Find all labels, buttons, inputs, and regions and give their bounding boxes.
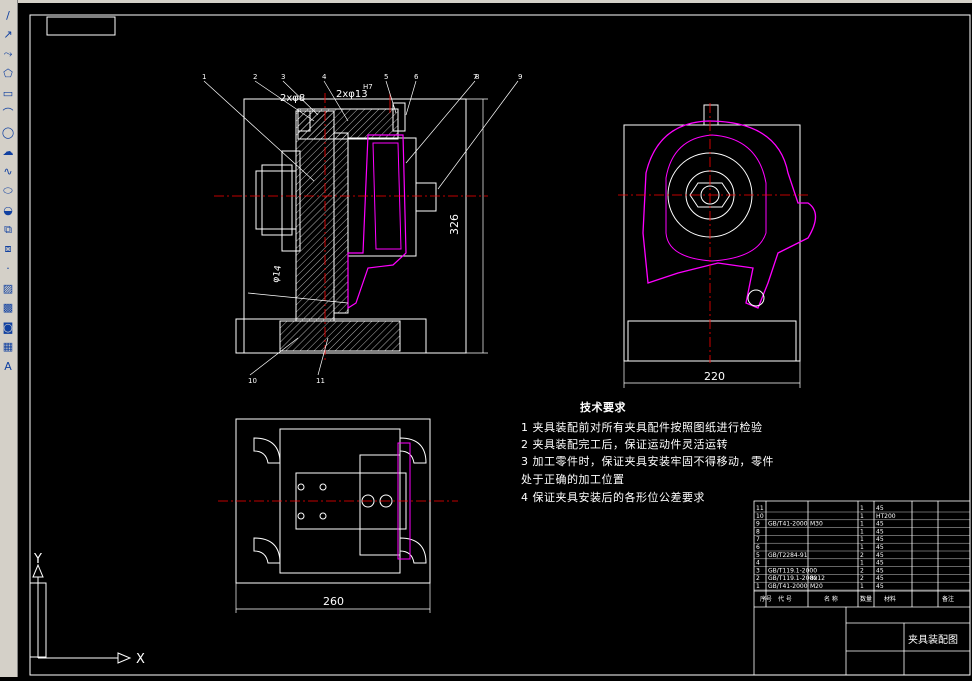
bom-cell: 6 [756, 544, 760, 551]
table-tool[interactable]: ▦ [1, 340, 15, 354]
bom-cell: 4 [756, 560, 760, 567]
bom-cell: 1 [860, 583, 864, 590]
bom-cell: 1 [860, 528, 864, 535]
requirement-4: 4 保证夹具安装后的各形位公差要求 [521, 491, 705, 504]
drawing-title: 夹具装配图 [908, 633, 958, 646]
requirement-3-cont: 处于正确的加工位置 [521, 473, 625, 486]
ellipse-tool[interactable]: ⬭ [1, 184, 15, 198]
spline-tool[interactable]: ∿ [1, 164, 15, 178]
ucs-icon [29, 563, 132, 664]
bom-header-name: 名 称 [824, 595, 838, 603]
cad-drawing: 1 2 3 4 5 6 78 910 11 326 220 260 2xφ8 2xφ13 H7 … [29, 14, 971, 676]
ellipse-arc-tool[interactable]: ◒ [1, 203, 15, 217]
part-balloon-4: 4 [322, 73, 327, 81]
bom-cell: 45 [876, 567, 884, 574]
circle-tool[interactable]: ◯ [1, 125, 15, 139]
part-balloon-8: 8 [475, 73, 479, 81]
dim-width-bottom: 260 [323, 595, 344, 608]
part-balloon-2: 2 [253, 73, 257, 81]
region-tool[interactable]: ◙ [1, 320, 15, 334]
part-balloon-3: 3 [281, 73, 285, 81]
insert-block-tool[interactable]: ⧉ [1, 223, 15, 237]
multiline-tool[interactable]: ⤳ [1, 47, 15, 61]
gradient-tool[interactable]: ▩ [1, 301, 15, 315]
bom-header-code: 代 号 [778, 595, 792, 603]
bom-cell: 45 [876, 544, 884, 551]
revision-cloud-tool[interactable]: ☁ [1, 145, 15, 159]
point-tool[interactable]: · [1, 262, 15, 276]
part-balloon-1: 1 [202, 73, 206, 81]
bom-cell: 8x12 [810, 575, 825, 582]
fit-h7-label: H7 [363, 83, 373, 91]
tol-note-1: 2xφ8 [280, 93, 305, 104]
bom-header-qty: 数量 [860, 595, 872, 603]
bom-cell: 9 [756, 521, 760, 528]
requirement-2: 2 夹具装配完工后，保证运动件灵活运转 [521, 438, 728, 451]
bom-header-material: 材料 [884, 595, 896, 603]
part-balloon-11: 11 [316, 377, 325, 385]
bom-cell: 3 [756, 567, 760, 574]
front-section-view [203, 80, 519, 376]
part-balloon-6: 6 [414, 73, 419, 81]
bom-cell: 45 [876, 560, 884, 567]
frame-tag-box [46, 16, 116, 36]
bom-cell: 8 [756, 528, 760, 535]
bom-cell: HT200 [876, 513, 896, 520]
make-block-tool[interactable]: ⧈ [1, 242, 15, 256]
bom-cell: 7 [756, 536, 760, 543]
bom-cell: 1 [860, 505, 864, 512]
drawing-canvas[interactable]: 1 2 3 4 5 6 7 8 9 10 11 326 220 260 2xφ8 2xφ13 H7 … [18, 3, 972, 677]
bom-cell: 1 [756, 583, 760, 590]
draw-toolbar: / ↗ ⤳ ⬠ ▭ ⌒ ◯ ☁ ∿ ⬭ ◒ ⧉ ⧈ · ▨ ▩ ◙ ▦ A [0, 0, 18, 677]
bom-cell: 2 [860, 575, 864, 582]
part-balloon-9: 9 [518, 73, 522, 81]
bom-cell: 1 [860, 560, 864, 567]
bom-cell: 45 [876, 505, 884, 512]
part-balloon-5: 5 [384, 73, 388, 81]
angle-note: φ14 [271, 264, 284, 283]
bom-header-remark: 备注 [942, 595, 954, 603]
line-tool[interactable]: / [1, 8, 15, 22]
side-view [618, 103, 817, 388]
bom-cell: 45 [876, 521, 884, 528]
bom-cell: GB/T41-2000 [768, 583, 808, 590]
dim-height: 326 [448, 214, 461, 235]
bom-cell: 5 [756, 552, 760, 559]
bom-cell: 1 [860, 521, 864, 528]
polygon-tool[interactable]: ⬠ [1, 67, 15, 81]
hatch-tool[interactable]: ▨ [1, 281, 15, 295]
bom-cell: 1 [860, 536, 864, 543]
bom-cell: 1 [860, 513, 864, 520]
bom-cell: 1 [860, 544, 864, 551]
bom-cell: 45 [876, 552, 884, 559]
ucs-x-label: X [136, 652, 145, 667]
bom-header-no: 序号 [760, 595, 772, 603]
bom-cell: 2 [860, 567, 864, 574]
construction-line-tool[interactable]: ↗ [1, 28, 15, 42]
bom-cell: 45 [876, 536, 884, 543]
dim-width-right: 220 [704, 370, 725, 383]
bom-cell: 2 [860, 552, 864, 559]
bom-cell: GB/T119.1-2000 [768, 567, 817, 574]
bom-cell: 11 [756, 505, 764, 512]
requirement-3: 3 加工零件时，保证夹具安装牢固不得移动，零件 [521, 455, 774, 468]
bom-cell: 45 [876, 528, 884, 535]
bom-cell: 2 [756, 575, 760, 582]
bom-cell: GB/T2284-91 [768, 552, 808, 559]
bom-cell: 10 [756, 513, 764, 520]
requirement-1: 1 夹具装配前对所有夹具配件按照图纸进行检验 [521, 421, 763, 434]
bom-cell: 45 [876, 583, 884, 590]
arc-tool[interactable]: ⌒ [1, 106, 15, 120]
rectangle-tool[interactable]: ▭ [1, 86, 15, 100]
bom-cell: 45 [876, 575, 884, 582]
bom-cell: M30 [810, 521, 823, 528]
drawing-frame [29, 14, 971, 676]
multiline-text-tool[interactable]: A [1, 359, 15, 373]
bom-cell: M20 [810, 583, 823, 590]
requirements-title: 技术要求 [580, 401, 626, 414]
ucs-y-label: Y [33, 552, 42, 567]
part-balloon-10: 10 [248, 377, 257, 385]
top-view [218, 418, 458, 613]
bom-cell: GB/T41-2000 [768, 521, 808, 528]
